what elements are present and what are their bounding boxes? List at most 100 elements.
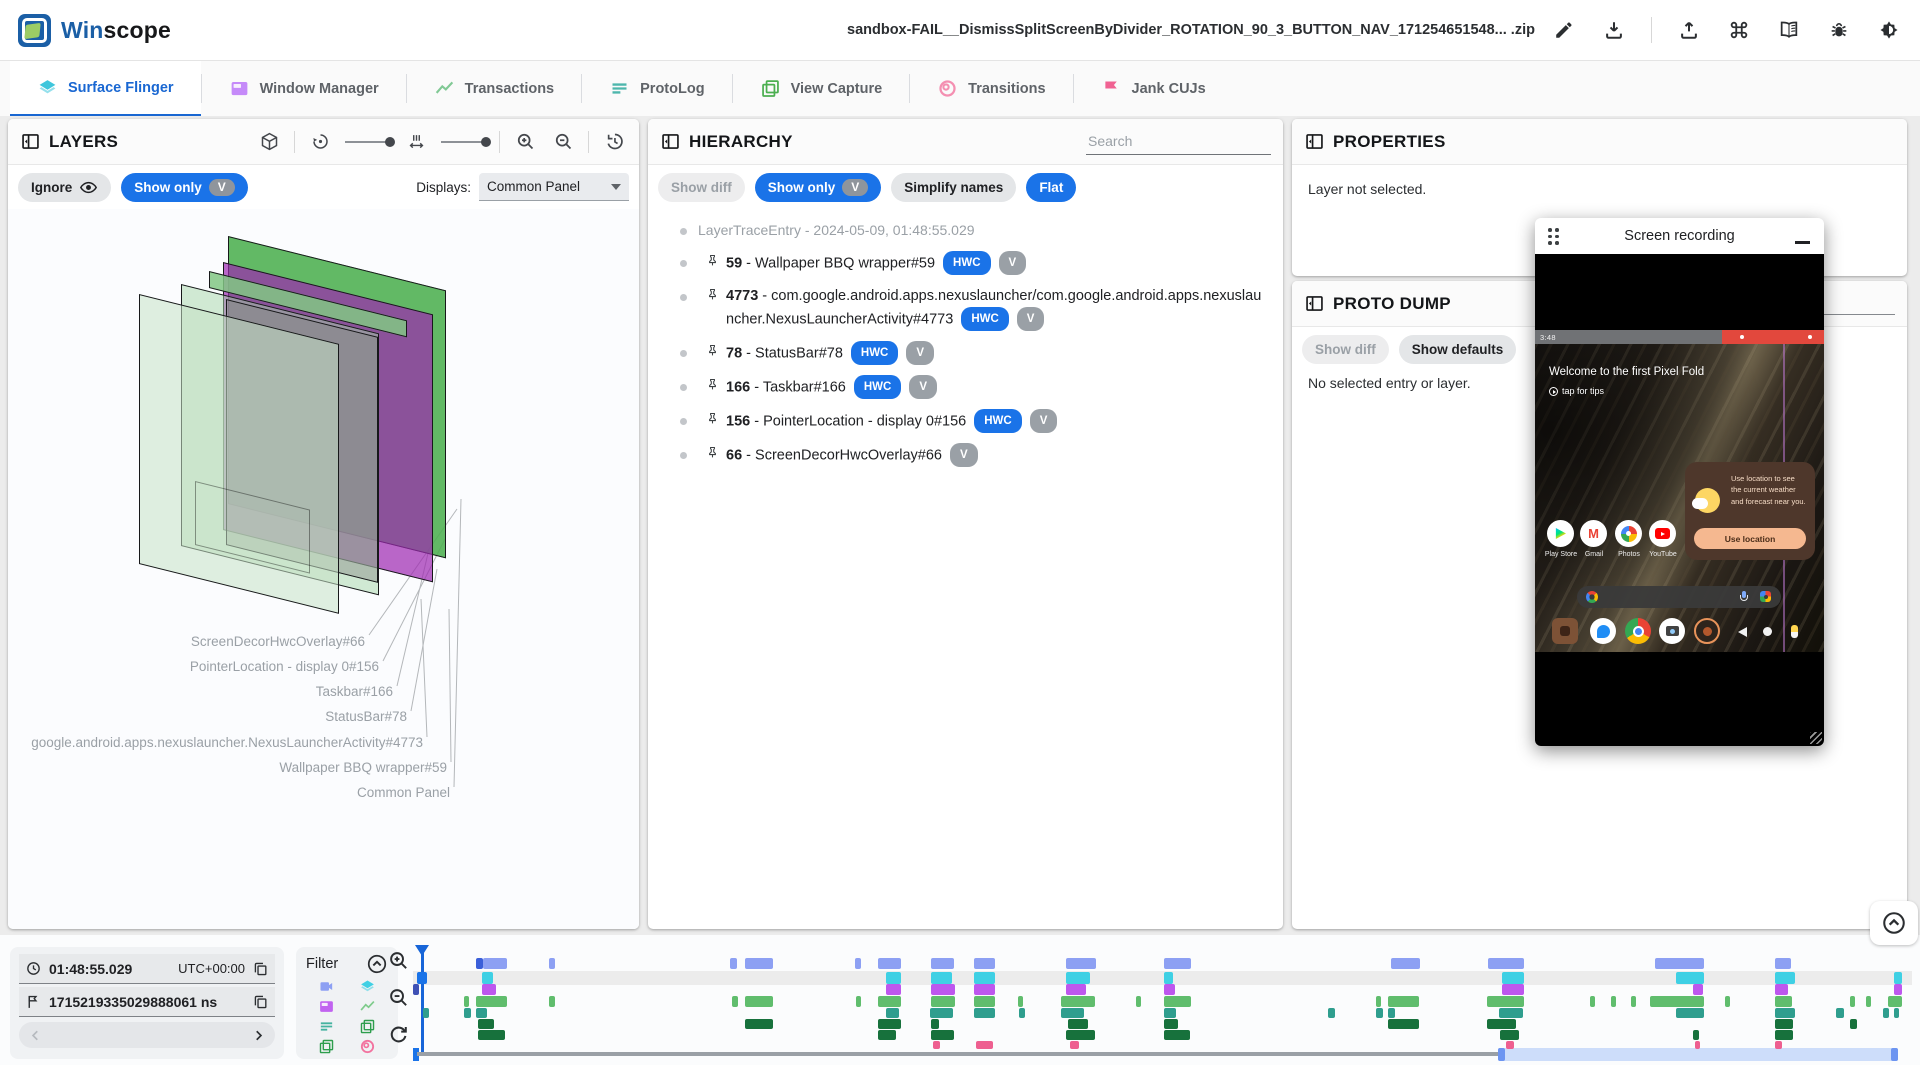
timeline-row-protolog[interactable] (413, 1008, 1912, 1018)
google-search-bar[interactable] (1577, 586, 1781, 608)
collapse-panel-icon[interactable] (20, 131, 41, 152)
trace-entry-block[interactable] (931, 958, 954, 969)
trace-entry-block[interactable] (1631, 996, 1636, 1007)
timeline-row-transactions[interactable] (413, 996, 1912, 1007)
trace-entry-block[interactable] (931, 1019, 939, 1029)
flat-button[interactable]: Flat (1026, 173, 1076, 202)
messages-icon[interactable] (1590, 618, 1616, 644)
trace-entry-block[interactable] (1894, 1008, 1899, 1018)
trace-entry-block[interactable] (1388, 1019, 1419, 1029)
trace-entry-block[interactable] (1499, 1008, 1523, 1018)
trace-entry-block[interactable] (976, 1041, 993, 1049)
trace-entry-block[interactable] (931, 972, 952, 984)
layer-spacing-icon[interactable] (403, 129, 429, 155)
collapse-timeline-button[interactable] (1870, 901, 1918, 945)
rotation-slider[interactable] (345, 141, 391, 143)
trace-entry-block[interactable] (745, 1019, 773, 1029)
trace-entry-block[interactable] (1391, 958, 1420, 969)
reset-view-icon[interactable] (601, 129, 627, 155)
trace-entry-block[interactable] (1590, 996, 1595, 1007)
ignore-button[interactable]: Ignore (18, 173, 111, 202)
trace-entry-block[interactable] (1866, 996, 1871, 1007)
trace-entry-block[interactable] (1775, 1030, 1793, 1040)
show-diff-button[interactable]: Show diff (658, 173, 745, 202)
hierarchy-search-input[interactable] (1086, 128, 1271, 155)
timeline-row-view-capture[interactable] (413, 1019, 1912, 1029)
hwc-chip[interactable]: HWC (854, 375, 901, 399)
trace-entry-block[interactable] (1388, 996, 1419, 1007)
tap-for-tips[interactable]: tap for tips (1549, 386, 1604, 396)
trace-entry-block[interactable] (1506, 1041, 1514, 1049)
timeline-row-view-capture-2[interactable] (413, 1030, 1912, 1040)
copy-icon[interactable] (252, 993, 269, 1010)
trace-entry-block[interactable] (1883, 1008, 1889, 1018)
copy-icon[interactable] (252, 960, 269, 977)
3d-view-icon[interactable] (256, 129, 282, 155)
trace-entry-block[interactable] (1775, 958, 1791, 969)
screen-recording-filter-icon[interactable] (318, 978, 335, 995)
trace-entry-block[interactable] (886, 984, 901, 995)
trace-entry-block[interactable] (1487, 1019, 1516, 1029)
nav-back-icon[interactable] (1738, 627, 1747, 637)
trace-entry-block[interactable] (1376, 996, 1381, 1007)
collapse-panel-icon[interactable] (1304, 293, 1325, 314)
trace-entry-block[interactable] (856, 996, 861, 1007)
trace-entry-block[interactable] (483, 958, 507, 969)
trace-entry-row[interactable]: LayerTraceEntry - 2024-05-09, 01:48:55.0… (648, 215, 1283, 247)
trace-entry-block[interactable] (931, 984, 955, 995)
timeline-track[interactable] (417, 1052, 1498, 1056)
transitions-filter-icon[interactable] (359, 1038, 376, 1055)
trace-entry-block[interactable] (1070, 1041, 1079, 1049)
pin-icon[interactable] (704, 445, 721, 462)
trace-entry-block[interactable] (1655, 958, 1704, 969)
dock-app-icon[interactable] (1552, 618, 1578, 644)
edit-icon[interactable] (1551, 17, 1577, 43)
range-handle-left[interactable] (1498, 1048, 1505, 1061)
trace-entry-block[interactable] (1611, 996, 1616, 1007)
v-chip[interactable]: V (909, 375, 937, 399)
trace-entry-block[interactable] (878, 1030, 896, 1040)
documentation-icon[interactable] (1776, 17, 1802, 43)
human-time-field[interactable]: 01:48:55.029 UTC+00:00 (19, 954, 275, 984)
trace-entry-block[interactable] (482, 984, 496, 995)
youtube-icon[interactable] (1649, 520, 1676, 547)
report-bug-icon[interactable] (1826, 17, 1852, 43)
trace-entry-block[interactable] (1695, 1041, 1700, 1049)
trace-entry-block[interactable] (1888, 996, 1902, 1007)
trace-entry-block[interactable] (1068, 1019, 1088, 1029)
trace-entry-block[interactable] (1502, 972, 1524, 984)
trace-entry-block[interactable] (1061, 996, 1095, 1007)
timeline-row-window-manager[interactable] (413, 984, 1912, 995)
trace-entry-block[interactable] (1066, 1030, 1095, 1040)
gmail-icon[interactable]: M (1580, 520, 1607, 547)
trace-entry-block[interactable] (732, 996, 738, 1007)
use-location-button[interactable]: Use location (1694, 528, 1806, 549)
trace-entry-block[interactable] (1775, 984, 1788, 995)
nav-pill-icon[interactable] (1791, 625, 1798, 638)
trace-entry-block[interactable] (1502, 984, 1524, 995)
hwc-chip[interactable]: HWC (851, 341, 898, 365)
trace-entry-block[interactable] (745, 996, 773, 1007)
trace-entry-block[interactable] (1775, 1008, 1795, 1018)
timeline-row-screen-recording[interactable] (413, 958, 1912, 969)
lens-icon[interactable] (1760, 591, 1771, 602)
trace-entry-block[interactable] (1487, 996, 1524, 1007)
timeline-row-transitions[interactable] (413, 1041, 1912, 1049)
layers-3d-canvas[interactable]: ScreenDecorHwcOverlay#66PointerLocation … (8, 209, 639, 929)
trace-entry-block[interactable] (930, 1008, 953, 1018)
trace-entry-block[interactable] (886, 972, 901, 984)
reset-zoom-icon[interactable] (385, 1021, 411, 1047)
trace-entry-block[interactable] (878, 996, 901, 1007)
trace-entry-block[interactable] (1676, 1008, 1704, 1018)
next-frame-button[interactable] (250, 1027, 267, 1044)
trace-entry-block[interactable] (974, 972, 995, 984)
trace-entry-block[interactable] (1488, 958, 1524, 969)
trace-entry-block[interactable] (1500, 1030, 1519, 1040)
pin-icon[interactable] (704, 411, 721, 428)
trace-entry-block[interactable] (1061, 1008, 1084, 1018)
nav-home-icon[interactable] (1763, 627, 1772, 636)
trace-entry-block[interactable] (1894, 972, 1902, 984)
upload-icon[interactable] (1676, 17, 1702, 43)
trace-entry-block[interactable] (1066, 984, 1086, 995)
screen-recording-video[interactable]: 3:48 Welcome to the first Pixel Fold tap… (1535, 254, 1824, 746)
